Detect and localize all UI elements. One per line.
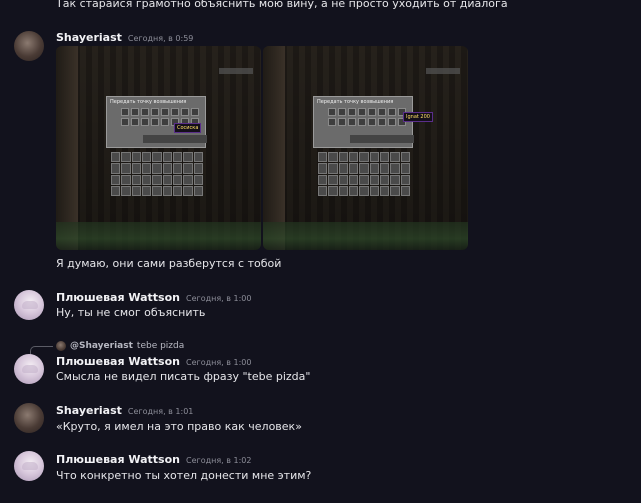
avatar[interactable] (14, 354, 44, 384)
slot-row (121, 108, 199, 116)
timestamp: Сегодня, в 1:02 (186, 456, 252, 465)
author-name[interactable]: Плюшевая Wattson (56, 355, 180, 368)
chat-view: Так старайся грамотно объяснить мою вину… (0, 0, 641, 503)
author-name[interactable]: Shayeriast (56, 404, 122, 417)
message-header: Плюшевая Wattson Сегодня, в 1:00 (56, 291, 252, 304)
game-ground (263, 222, 468, 250)
gui-nav-bar (143, 135, 207, 143)
author-name[interactable]: Плюшевая Wattson (56, 291, 180, 304)
inventory-grid (111, 152, 203, 196)
message-text: «Круто, я имел на это право как человек» (56, 420, 302, 433)
timestamp: Сегодня, в 1:01 (127, 407, 194, 416)
game-hud (219, 68, 253, 74)
reply-reference[interactable]: @Shayeriast tebe pizda (30, 341, 185, 357)
author-name[interactable]: Плюшевая Wattson (56, 453, 180, 466)
screenshot-attachment[interactable]: Передать точку возвышения Сосиска (56, 46, 261, 250)
slot-row (328, 108, 406, 116)
attachment-gallery: Передать точку возвышения Сосиска Переда… (56, 46, 469, 250)
avatar[interactable] (14, 403, 44, 433)
timestamp: Сегодня, в 1:00 (186, 294, 252, 303)
avatar[interactable] (14, 451, 44, 481)
reply-mention[interactable]: @Shayeriast (70, 341, 133, 351)
reply-text: tebe pizda (136, 341, 185, 351)
timestamp: Сегодня, в 0:59 (127, 34, 194, 43)
message-text: Я думаю, они сами разберутся с тобой (56, 257, 282, 270)
gui-nav-bar (350, 135, 414, 143)
item-tooltip: Ignat 200 (403, 112, 433, 122)
message-text: Смысла не видел писать фразу "tebe pizda… (56, 370, 311, 383)
game-ground (56, 222, 261, 250)
screenshot-attachment[interactable]: Передать точку возвышения Ignat 200 (263, 46, 468, 250)
avatar[interactable] (14, 290, 44, 320)
message-text: Что конкретно ты хотел донести мне этим? (56, 469, 312, 482)
game-gui-panel: Передать точку возвышения (313, 96, 414, 148)
gui-title: Передать точку возвышения (110, 99, 187, 105)
inventory-grid (318, 152, 410, 196)
message-header: Shayeriast Сегодня, в 0:59 (56, 31, 193, 44)
slot-row (328, 118, 406, 126)
gui-title: Передать точку возвышения (317, 99, 394, 105)
game-hud (426, 68, 460, 74)
message-text: Ну, ты не смог объяснить (56, 306, 206, 319)
message-header: Shayeriast Сегодня, в 1:01 (56, 404, 193, 417)
message-text: Так старайся грамотно объяснить мою вину… (56, 0, 508, 10)
message-header: Плюшевая Wattson Сегодня, в 1:00 (56, 355, 252, 368)
item-tooltip: Сосиска (174, 123, 202, 133)
avatar[interactable] (14, 31, 44, 61)
timestamp: Сегодня, в 1:00 (186, 358, 252, 367)
message-header: Плюшевая Wattson Сегодня, в 1:02 (56, 453, 252, 466)
author-name[interactable]: Shayeriast (56, 31, 122, 44)
reply-avatar (56, 341, 66, 351)
game-gui-panel: Передать точку возвышения (106, 96, 207, 148)
